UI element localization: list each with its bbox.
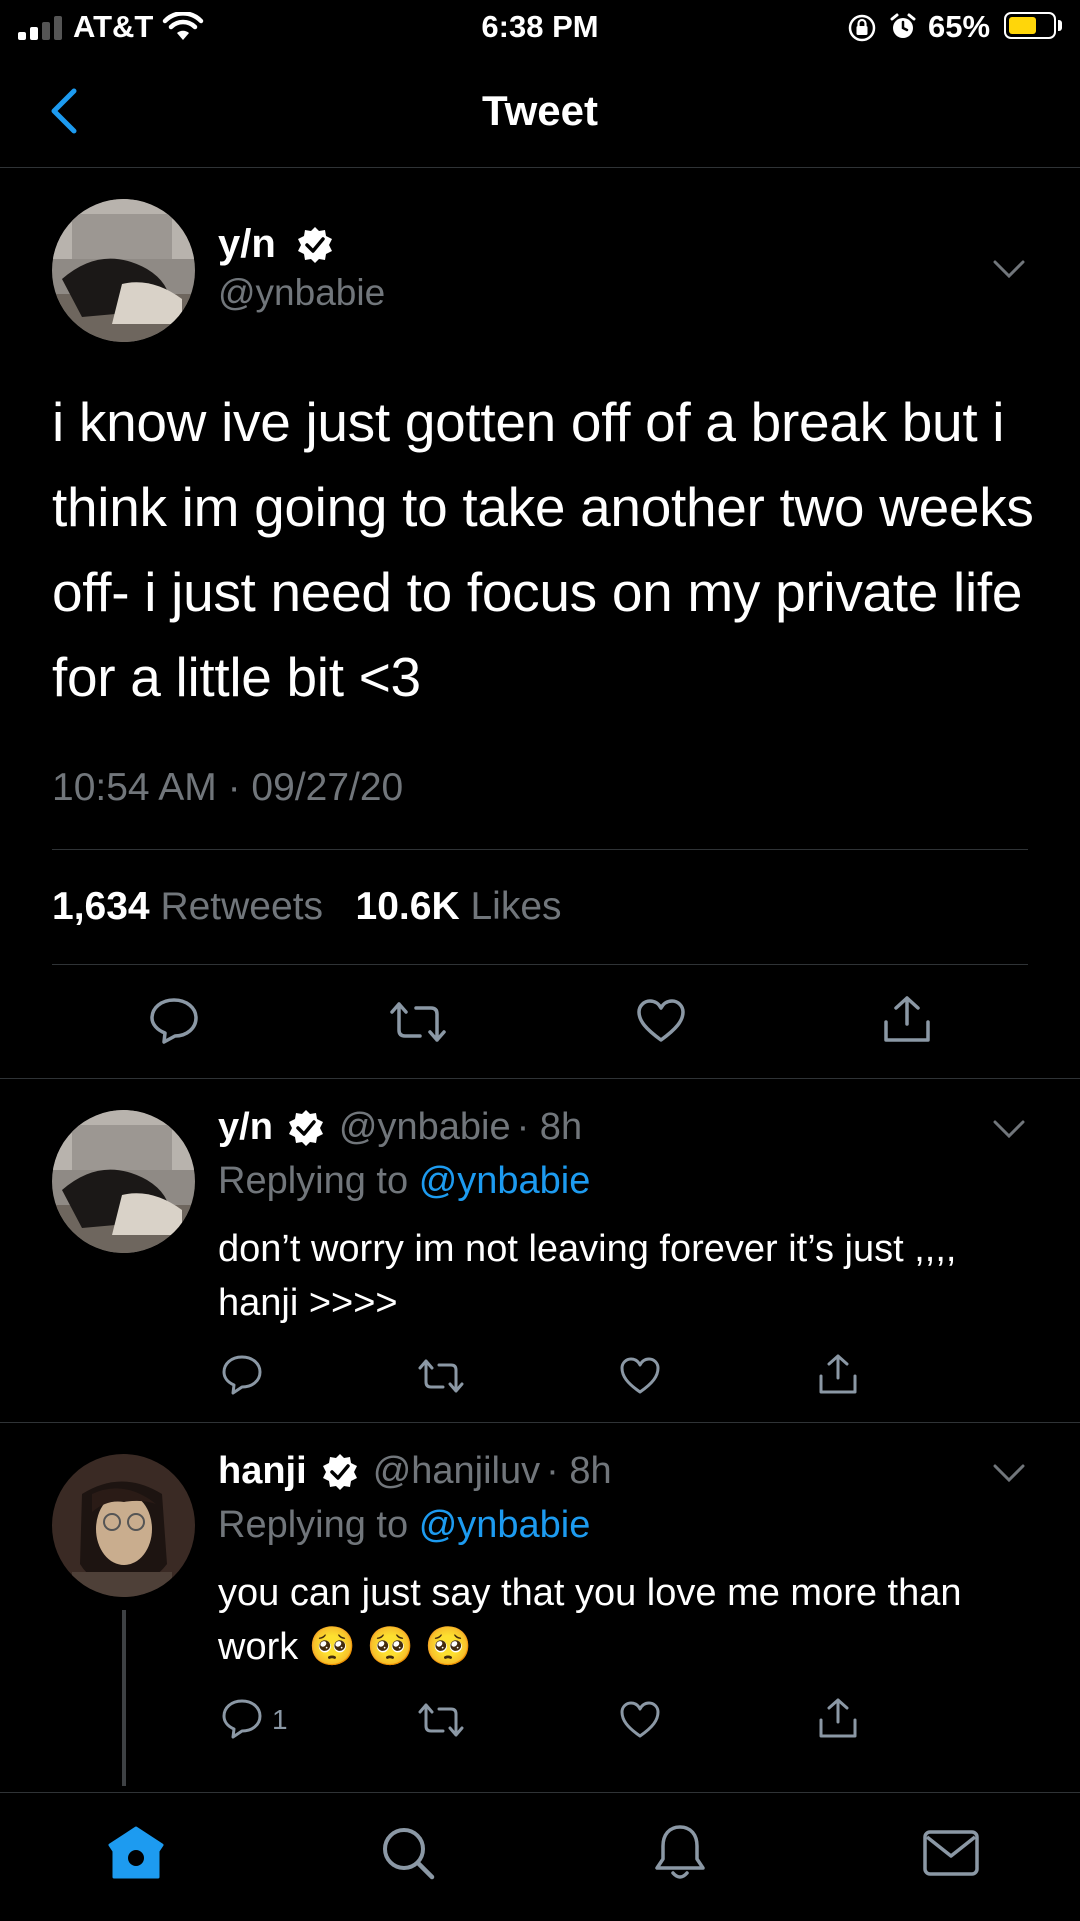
retweet-icon[interactable] xyxy=(417,1702,465,1738)
reply-text: don’t worry im not leaving forever it’s … xyxy=(218,1228,957,1324)
page-title: Tweet xyxy=(482,87,598,134)
replying-to-link[interactable]: @ynbabie xyxy=(419,1160,591,1202)
alarm-icon xyxy=(890,13,916,38)
tweet-timestamp: 10:54 AM · 09/27/20 xyxy=(52,766,404,809)
retweet-icon[interactable] xyxy=(417,1358,465,1394)
reply-icon[interactable] xyxy=(220,1698,264,1740)
retweet-icon[interactable] xyxy=(388,1000,448,1044)
tweet-text: i know ive just gotten off of a break bu… xyxy=(52,391,1034,708)
rotation-lock-icon xyxy=(848,14,876,42)
heart-icon[interactable] xyxy=(619,1356,661,1396)
author-handle[interactable]: @ynbabie xyxy=(218,272,385,314)
chevron-down-icon[interactable] xyxy=(992,258,1026,280)
share-icon[interactable] xyxy=(817,1696,859,1740)
reply-header: hanji @hanjiluv · 8h xyxy=(218,1450,612,1493)
reply-author-handle[interactable]: @hanjiluv xyxy=(373,1450,540,1493)
divider xyxy=(0,1422,1080,1423)
heart-icon[interactable] xyxy=(619,1700,661,1740)
retweet-count[interactable]: 1,634 xyxy=(52,885,150,928)
heart-icon[interactable] xyxy=(636,998,686,1044)
reply-avatar[interactable] xyxy=(52,1110,195,1253)
share-icon[interactable] xyxy=(882,994,932,1046)
divider xyxy=(52,849,1028,850)
thread-line xyxy=(122,1610,126,1786)
replying-label: Replying to xyxy=(218,1504,409,1546)
like-label[interactable]: Likes xyxy=(470,885,561,928)
replying-to: Replying to @ynbabie xyxy=(218,1160,590,1203)
reply-header: y/n @ynbabie · 8h xyxy=(218,1106,582,1149)
reply-time: · 8h xyxy=(546,1450,612,1492)
author-name-row: y/n xyxy=(218,222,334,267)
avatar[interactable] xyxy=(52,199,195,342)
divider xyxy=(52,964,1028,965)
header: Tweet xyxy=(0,55,1080,168)
reply-avatar[interactable] xyxy=(52,1454,195,1597)
divider xyxy=(0,1078,1080,1079)
battery-level xyxy=(1009,17,1036,34)
avatar-image xyxy=(52,1454,195,1597)
status-bar: AT&T 6:38 PM 65% xyxy=(0,0,1080,55)
battery-nub xyxy=(1058,20,1062,31)
home-icon[interactable] xyxy=(106,1825,166,1881)
battery-icon xyxy=(1004,12,1056,39)
chevron-down-icon[interactable] xyxy=(992,1118,1026,1140)
notifications-icon[interactable] xyxy=(652,1823,708,1883)
tab-bar xyxy=(0,1792,1080,1921)
avatar-image xyxy=(52,199,195,342)
verified-badge-icon xyxy=(288,1109,323,1146)
reply-time: · 8h xyxy=(516,1106,583,1148)
reply-author-name[interactable]: hanji xyxy=(218,1450,307,1493)
battery-percent: 65% xyxy=(928,9,991,44)
chevron-down-icon[interactable] xyxy=(992,1462,1026,1484)
search-icon[interactable] xyxy=(380,1825,436,1881)
replying-label: Replying to xyxy=(218,1160,409,1202)
reply-icon[interactable] xyxy=(220,1354,264,1396)
tweet-stats: 1,634 Retweets 10.6K Likes xyxy=(52,885,562,929)
reply-icon[interactable] xyxy=(148,996,200,1046)
status-time: 6:38 PM xyxy=(481,9,599,44)
retweet-label[interactable]: Retweets xyxy=(160,885,323,928)
share-icon[interactable] xyxy=(817,1352,859,1396)
avatar-image xyxy=(52,1110,195,1253)
replying-to-link[interactable]: @ynbabie xyxy=(419,1504,591,1546)
like-count[interactable]: 10.6K xyxy=(356,885,460,928)
reply-text: you can just say that you love me more t… xyxy=(218,1572,962,1668)
reply-author-name[interactable]: y/n xyxy=(218,1106,273,1149)
reply-count: 1 xyxy=(272,1704,288,1735)
author-name[interactable]: y/n xyxy=(218,222,276,267)
reply-author-handle[interactable]: @ynbabie xyxy=(339,1106,511,1149)
verified-badge-icon xyxy=(297,226,332,263)
replying-to: Replying to @ynbabie xyxy=(218,1504,590,1547)
messages-icon[interactable] xyxy=(922,1829,980,1877)
verified-badge-icon xyxy=(322,1453,357,1490)
